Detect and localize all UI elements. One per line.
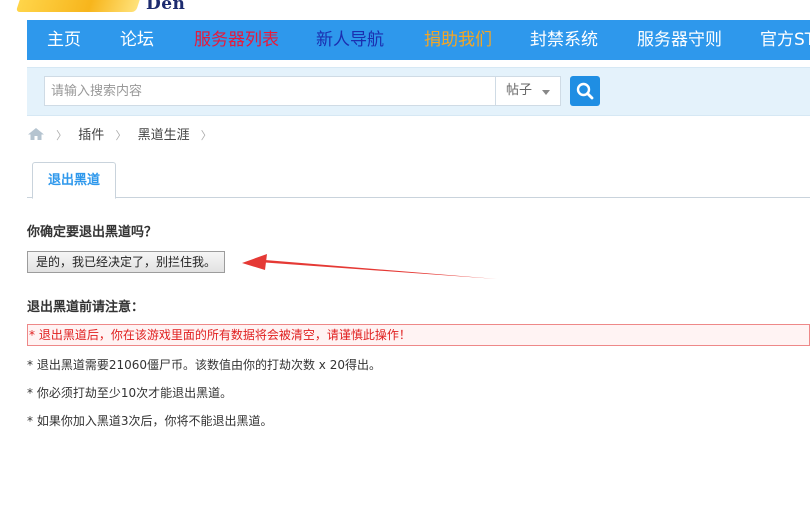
breadcrumb-item-plugins[interactable]: 插件 <box>78 128 104 143</box>
nav-item-server-list[interactable]: 服务器列表 <box>194 20 279 60</box>
breadcrumb: 〉 插件 〉 黑道生涯 〉 <box>27 124 219 143</box>
nav-item-server-rules[interactable]: 服务器守则 <box>637 20 722 60</box>
confirm-question: 你确定要退出黑道吗？ <box>27 225 158 240</box>
chevron-down-icon <box>542 90 550 95</box>
search-type-value: 帖子 <box>506 83 533 98</box>
search-input[interactable] <box>44 76 495 106</box>
nav-item-forum[interactable]: 论坛 <box>120 20 154 60</box>
note-min-robs: * 你必须打劫至少10次才能退出黑道。 <box>27 386 233 400</box>
breadcrumb-separator: 〉 <box>115 129 127 142</box>
nav-item-home[interactable]: 主页 <box>47 20 81 60</box>
breadcrumb-separator: 〉 <box>56 129 68 142</box>
search-bar: 帖子 <box>27 67 810 116</box>
notice-title: 退出黑道前请注意： <box>27 300 145 315</box>
search-button[interactable] <box>570 76 600 106</box>
note-join-limit: * 如果你加入黑道3次后，你将不能退出黑道。 <box>27 414 273 428</box>
nav-item-ban-system[interactable]: 封禁系统 <box>530 20 598 60</box>
logo-text: Den <box>146 0 186 14</box>
breadcrumb-separator: 〉 <box>200 129 212 142</box>
note-cost: * 退出黑道需要21060僵尸币。该数值由你的打劫次数 x 20得出。 <box>27 358 381 372</box>
search-type-select[interactable]: 帖子 <box>495 76 561 106</box>
tabs-divider <box>27 197 810 198</box>
search-icon <box>576 82 594 100</box>
red-arrow-annotation <box>242 254 497 279</box>
tab-quit-gang[interactable]: 退出黑道 <box>32 162 116 199</box>
site-logo[interactable]: Den <box>0 0 810 20</box>
breadcrumb-item-gang-life[interactable]: 黑道生涯 <box>138 128 190 143</box>
main-nav: 主页 论坛 服务器列表 新人导航 捐助我们 封禁系统 服务器守则 官方ST <box>27 20 810 60</box>
warning-message: * 退出黑道后，你在该游戏里面的所有数据将会被清空，请谨慎此操作！ <box>27 324 810 346</box>
nav-item-official[interactable]: 官方ST <box>760 20 810 60</box>
logo-graphic <box>15 0 145 12</box>
confirm-quit-button[interactable]: 是的，我已经决定了，别拦住我。 <box>27 251 226 273</box>
nav-item-donate[interactable]: 捐助我们 <box>424 20 492 60</box>
home-icon[interactable] <box>27 127 45 141</box>
nav-item-newbie-guide[interactable]: 新人导航 <box>316 20 384 60</box>
